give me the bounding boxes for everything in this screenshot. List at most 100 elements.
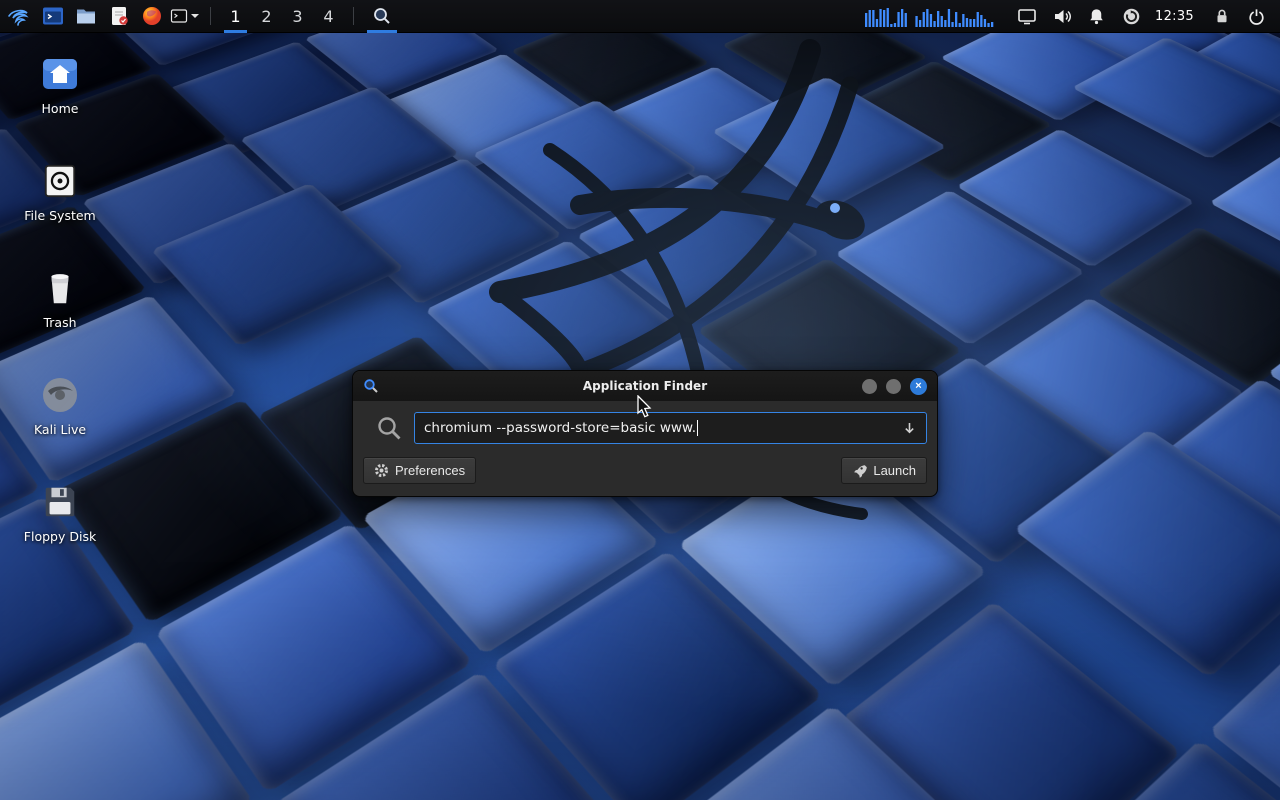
visualizer-bar xyxy=(948,9,950,27)
visualizer-bar xyxy=(905,13,907,27)
visualizer-bar xyxy=(897,12,899,27)
command-input[interactable]: chromium --password-store=basic www. xyxy=(414,412,927,444)
visualizer-bar xyxy=(969,19,971,27)
kali-logo-icon xyxy=(6,4,30,28)
close-icon: × xyxy=(915,381,921,392)
audio-visualizer xyxy=(865,5,995,27)
desktop-icon-label: Floppy Disk xyxy=(24,529,96,544)
notifications-bell-icon[interactable] xyxy=(1079,0,1114,33)
minimize-button[interactable] xyxy=(862,379,877,394)
text-caret xyxy=(697,420,698,436)
kali-live-icon xyxy=(38,373,82,417)
workspace-2-button[interactable]: 2 xyxy=(251,0,282,33)
window-title: Application Finder xyxy=(413,379,877,393)
desktop-icon-label: Home xyxy=(42,101,79,116)
workspace-label: 3 xyxy=(292,7,302,26)
desktop-icon-file-system[interactable]: File System xyxy=(12,159,108,266)
visualizer-bar xyxy=(973,19,975,27)
home-icon xyxy=(38,52,82,96)
search-icon xyxy=(372,6,392,26)
workspace-4-button[interactable]: 4 xyxy=(313,0,344,33)
desktop-icon-floppy-disk[interactable]: Floppy Disk xyxy=(12,480,108,587)
visualizer-bar xyxy=(977,12,979,27)
desktop-icon-column: Home File System Trash xyxy=(12,52,108,587)
preferences-button[interactable]: Preferences xyxy=(363,457,476,484)
floppy-disk-icon xyxy=(38,480,82,524)
maximize-button[interactable] xyxy=(886,379,901,394)
panel-separator xyxy=(353,7,354,25)
visualizer-bar xyxy=(959,23,961,27)
document-icon xyxy=(108,5,130,27)
taskbar-appfinder-button[interactable] xyxy=(363,0,401,33)
volume-icon[interactable] xyxy=(1044,0,1079,33)
panel-separator xyxy=(210,7,211,25)
visualizer-bar xyxy=(944,20,946,27)
workspace-label: 2 xyxy=(261,7,271,26)
finder-body: chromium --password-store=basic www. Pre… xyxy=(353,401,937,496)
launch-label: Launch xyxy=(873,463,916,478)
applications-menu-button[interactable] xyxy=(0,0,36,33)
top-panel: 1 2 3 4 xyxy=(0,0,1280,33)
visualizer-bar xyxy=(901,9,903,27)
clock[interactable]: 12:35 xyxy=(1155,9,1194,24)
visualizer-bar xyxy=(962,14,964,27)
appfinder-window-icon xyxy=(363,378,379,394)
chevron-down-icon xyxy=(191,14,199,22)
preferences-label: Preferences xyxy=(395,463,465,478)
lock-icon[interactable] xyxy=(1204,0,1239,33)
workspace-label: 1 xyxy=(230,7,240,26)
mini-terminal-icon xyxy=(170,7,188,25)
visualizer-bar xyxy=(951,22,953,27)
folder-icon xyxy=(75,5,97,27)
visualizer-bar xyxy=(966,18,968,27)
visualizer-bar xyxy=(937,11,939,27)
workspace-1-button[interactable]: 1 xyxy=(220,0,251,33)
desktop-icon-label: Trash xyxy=(43,315,76,330)
window-titlebar[interactable]: Application Finder × xyxy=(353,371,937,401)
visualizer-bar xyxy=(930,14,932,27)
desktop-icon-kali-live[interactable]: Kali Live xyxy=(12,373,108,480)
terminal-launcher[interactable] xyxy=(36,0,69,33)
visualizer-bar xyxy=(869,10,871,27)
visualizer-bar xyxy=(872,10,874,27)
terminal-icon xyxy=(42,5,64,27)
gear-icon xyxy=(374,463,389,478)
cube-tile xyxy=(1209,143,1280,286)
visualizer-bar xyxy=(933,21,935,27)
desktop-icon-label: File System xyxy=(24,208,96,223)
power-icon[interactable] xyxy=(1239,0,1274,33)
visualizer-bar xyxy=(883,10,885,27)
terminal-dropdown-launcher[interactable] xyxy=(168,0,201,33)
cube-tile xyxy=(1096,226,1280,388)
visualizer-bar xyxy=(955,12,957,27)
visualizer-bar xyxy=(926,9,928,27)
workspace-3-button[interactable]: 3 xyxy=(282,0,313,33)
visualizer-bar xyxy=(887,8,889,27)
visualizer-bar xyxy=(987,23,989,27)
visualizer-bar xyxy=(919,20,921,27)
visualizer-bar xyxy=(890,24,892,27)
trash-icon xyxy=(38,266,82,310)
desktop-icon-home[interactable]: Home xyxy=(12,52,108,159)
visualizer-bar xyxy=(980,15,982,27)
text-editor-launcher[interactable] xyxy=(102,0,135,33)
dropdown-arrow-icon[interactable] xyxy=(894,421,917,436)
desktop-icon-trash[interactable]: Trash xyxy=(12,266,108,373)
firefox-icon xyxy=(141,5,163,27)
file-system-icon xyxy=(38,159,82,203)
visualizer-bar xyxy=(923,12,925,27)
visualizer-bar xyxy=(865,13,867,27)
visualizer-bar xyxy=(879,9,881,27)
command-input-value: chromium --password-store=basic www. xyxy=(424,420,696,436)
visualizer-bar xyxy=(915,16,917,27)
file-manager-launcher[interactable] xyxy=(69,0,102,33)
close-button[interactable]: × xyxy=(910,378,927,395)
updates-icon[interactable] xyxy=(1114,0,1149,33)
firefox-launcher[interactable] xyxy=(135,0,168,33)
application-finder-window: Application Finder × chromium --password… xyxy=(352,370,938,497)
launch-button[interactable]: Launch xyxy=(841,457,927,484)
visualizer-bar xyxy=(876,19,878,27)
display-icon[interactable] xyxy=(1009,0,1044,33)
visualizer-bar xyxy=(984,19,986,27)
desktop-icon-label: Kali Live xyxy=(34,422,86,437)
